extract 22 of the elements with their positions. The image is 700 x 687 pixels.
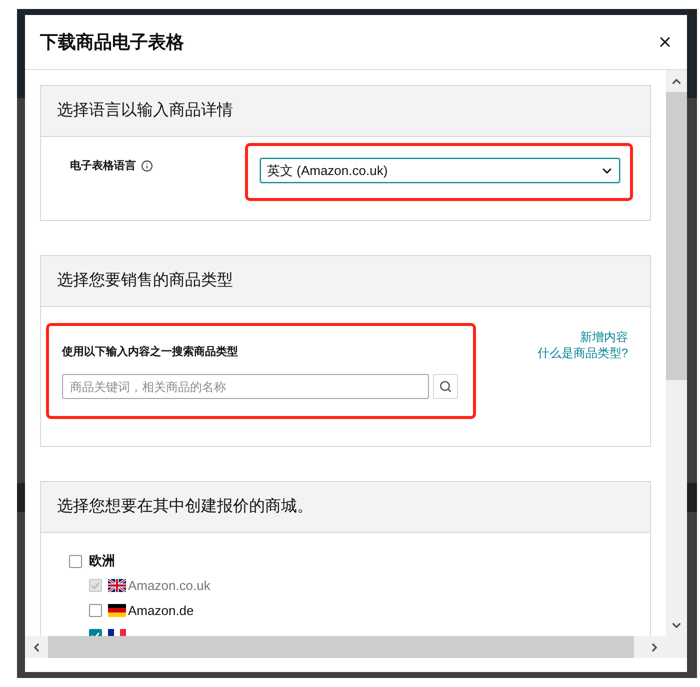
checkbox[interactable] <box>89 604 102 617</box>
marketplace-label: Amazon.co.uk <box>128 576 210 595</box>
search-field[interactable]: 商品关键词，相关商品的名称 <box>62 374 429 399</box>
text-link[interactable]: 什么是商品类型? <box>537 345 628 361</box>
text-link[interactable]: 新增内容 <box>580 329 628 345</box>
info-icon[interactable] <box>141 160 153 172</box>
language-select[interactable]: 英文 (Amazon.co.uk) <box>260 158 620 183</box>
search-label: 使用以下输入内容之一搜索商品类型 <box>62 345 239 359</box>
dialog-title: 下载商品电子表格 <box>40 31 184 53</box>
field-label: 电子表格语言 <box>70 159 136 173</box>
search-button[interactable] <box>433 374 458 399</box>
marketplace-label: Amazon.de <box>128 602 194 620</box>
section-title: 选择语言以输入商品详情 <box>57 101 233 121</box>
section-title: 选择您要销售的商品类型 <box>57 271 233 291</box>
german-flag-icon <box>108 604 126 617</box>
checkbox[interactable] <box>69 554 82 568</box>
union-jack-flag-icon <box>108 579 126 592</box>
region-label: 欧洲 <box>89 552 115 570</box>
section-title: 选择您想要在其中创建报价的商城。 <box>57 497 313 517</box>
scrollbar-thumb[interactable] <box>666 92 687 380</box>
search-icon <box>439 380 452 393</box>
vertical-scrollbar[interactable] <box>666 70 687 636</box>
